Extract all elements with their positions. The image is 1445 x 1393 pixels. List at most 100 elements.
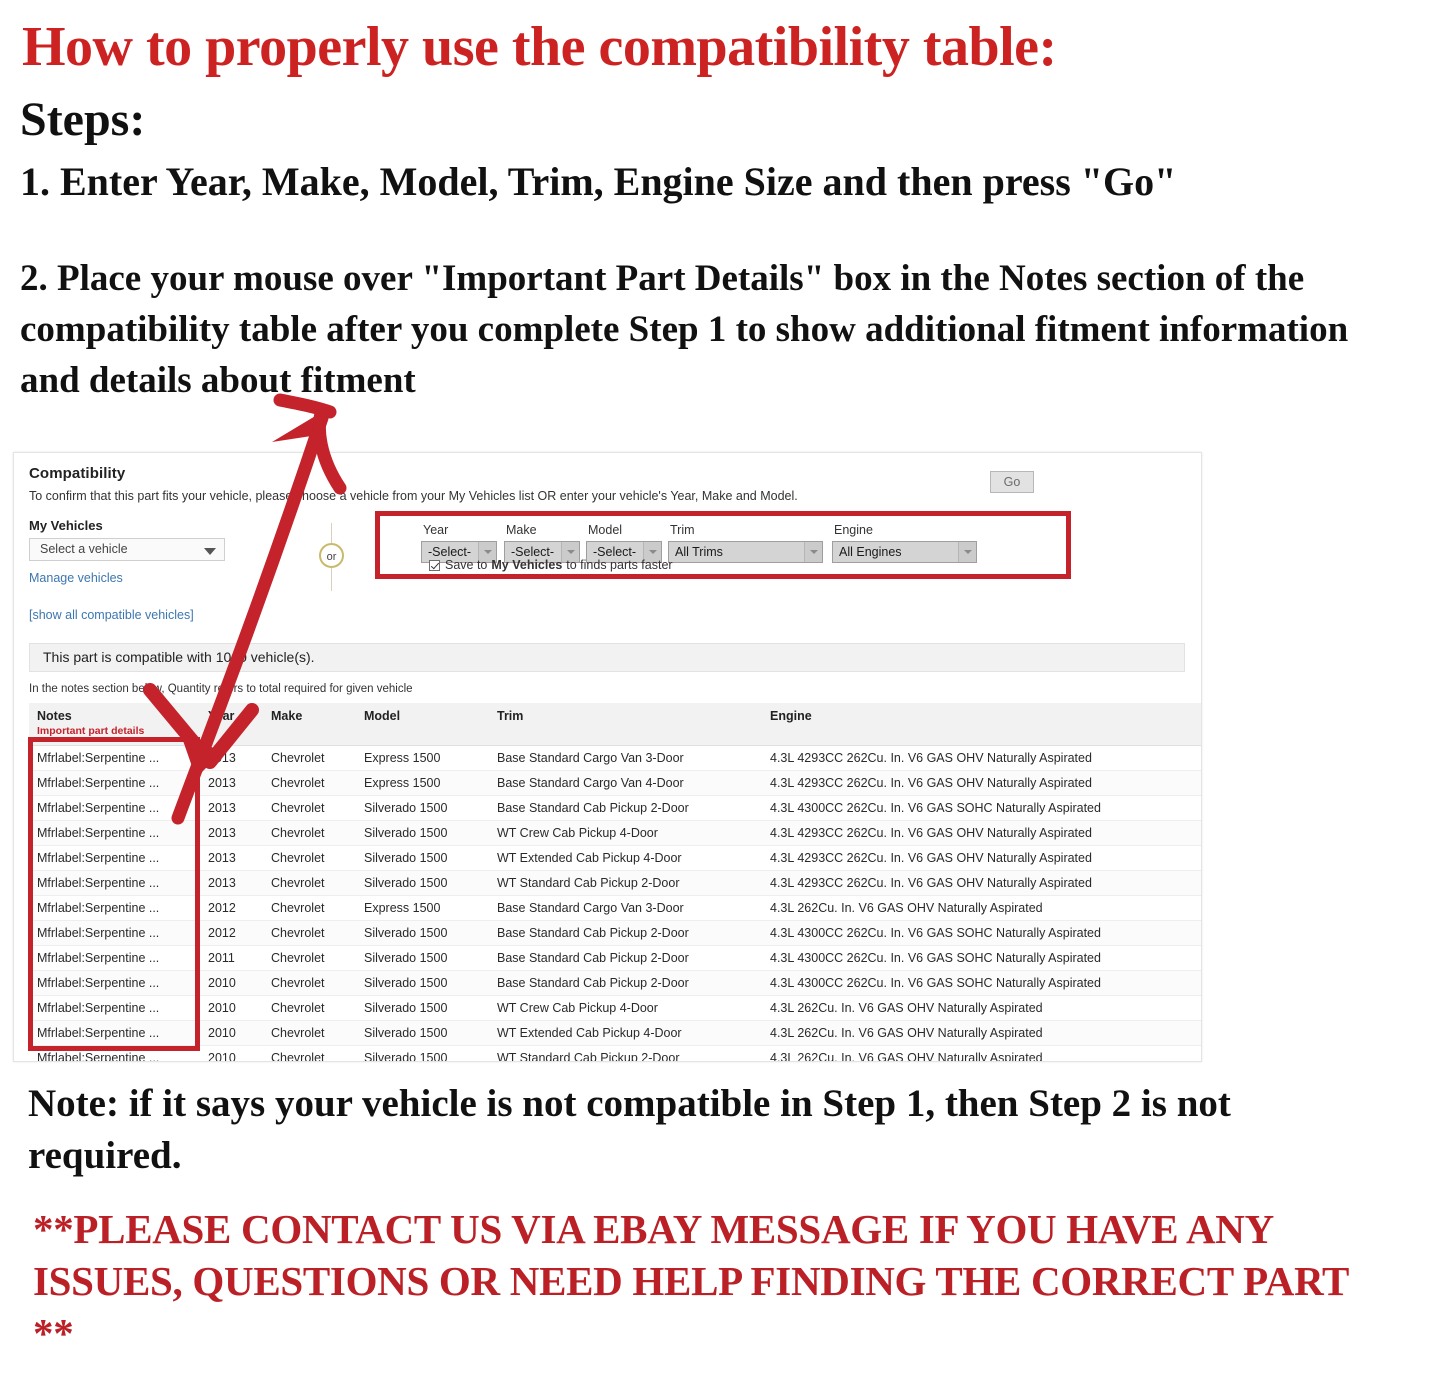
cell-engine: 4.3L 262Cu. In. V6 GAS OHV Naturally Asp… bbox=[762, 895, 1201, 921]
engine-select[interactable]: All Engines bbox=[832, 541, 977, 563]
cell-notes[interactable]: Mfrlabel:Serpentine ... bbox=[29, 845, 200, 871]
my-vehicles-select-value: Select a vehicle bbox=[40, 542, 128, 556]
cell-notes[interactable]: Mfrlabel:Serpentine ... bbox=[29, 945, 200, 971]
cell-notes[interactable]: Mfrlabel:Serpentine ... bbox=[29, 870, 200, 896]
manage-vehicles-link[interactable]: Manage vehicles bbox=[29, 571, 123, 585]
cell-notes[interactable]: Mfrlabel:Serpentine ... bbox=[29, 745, 200, 771]
header-model: Model bbox=[356, 703, 489, 746]
cell-year: 2013 bbox=[200, 870, 263, 896]
cell-year: 2010 bbox=[200, 1045, 263, 1061]
compatibility-heading: Compatibility bbox=[29, 465, 126, 482]
cell-make: Chevrolet bbox=[263, 945, 356, 971]
cell-notes[interactable]: Mfrlabel:Serpentine ... bbox=[29, 995, 200, 1021]
cell-year: 2013 bbox=[200, 820, 263, 846]
chevron-down-icon bbox=[804, 542, 822, 562]
cell-year: 2013 bbox=[200, 770, 263, 796]
cell-notes[interactable]: Mfrlabel:Serpentine ... bbox=[29, 895, 200, 921]
make-label: Make bbox=[506, 523, 537, 537]
table-row[interactable]: Mfrlabel:Serpentine ... 2013 Chevrolet Expr… bbox=[29, 745, 1201, 771]
header-trim: Trim bbox=[489, 703, 762, 746]
cell-notes[interactable]: Mfrlabel:Serpentine ... bbox=[29, 970, 200, 996]
cell-model: Silverado 1500 bbox=[356, 995, 489, 1021]
cell-notes[interactable]: Mfrlabel:Serpentine ... bbox=[29, 820, 200, 846]
table-row[interactable]: Mfrlabel:Serpentine ... 2010 Chevrolet Silv… bbox=[29, 1020, 1201, 1046]
year-label: Year bbox=[423, 523, 449, 537]
year-select-value: -Select- bbox=[428, 545, 472, 559]
cell-notes[interactable]: Mfrlabel:Serpentine ... bbox=[29, 795, 200, 821]
page-title: How to properly use the compatibility ta… bbox=[22, 16, 1057, 78]
cell-engine: 4.3L 4300CC 262Cu. In. V6 GAS SOHC Natur… bbox=[762, 920, 1201, 946]
go-button[interactable]: Go bbox=[990, 471, 1034, 493]
notes-quantity-hint: In the notes section below, Quantity ref… bbox=[29, 683, 413, 695]
cell-notes[interactable]: Mfrlabel:Serpentine ... bbox=[29, 920, 200, 946]
cell-model: Silverado 1500 bbox=[356, 970, 489, 996]
my-vehicles-select[interactable]: Select a vehicle bbox=[29, 538, 225, 561]
or-badge-label: or bbox=[319, 543, 344, 568]
table-row[interactable]: Mfrlabel:Serpentine ... 2013 Chevrolet Silv… bbox=[29, 870, 1201, 896]
cell-notes[interactable]: Mfrlabel:Serpentine ... bbox=[29, 1020, 200, 1046]
steps-label: Steps: bbox=[20, 93, 146, 146]
cell-make: Chevrolet bbox=[263, 895, 356, 921]
trim-select-value: All Trims bbox=[675, 545, 723, 559]
cell-year: 2011 bbox=[200, 945, 263, 971]
cell-year: 2010 bbox=[200, 995, 263, 1021]
cell-trim: Base Standard Cab Pickup 2-Door bbox=[489, 970, 762, 996]
header-make: Make bbox=[263, 703, 356, 746]
cell-make: Chevrolet bbox=[263, 920, 356, 946]
table-row[interactable]: Mfrlabel:Serpentine ... 2013 Chevrolet Silv… bbox=[29, 845, 1201, 871]
cell-year: 2013 bbox=[200, 845, 263, 871]
table-row[interactable]: Mfrlabel:Serpentine ... 2013 Chevrolet Silv… bbox=[29, 795, 1201, 821]
cell-model: Express 1500 bbox=[356, 770, 489, 796]
table-row[interactable]: Mfrlabel:Serpentine ... 2011 Chevrolet Silv… bbox=[29, 945, 1201, 971]
cell-engine: 4.3L 4300CC 262Cu. In. V6 GAS SOHC Natur… bbox=[762, 795, 1201, 821]
cell-trim: WT Standard Cab Pickup 2-Door bbox=[489, 1045, 762, 1061]
table-row[interactable]: Mfrlabel:Serpentine ... 2013 Chevrolet Expr… bbox=[29, 770, 1201, 796]
save-bold-text: My Vehicles bbox=[491, 558, 563, 572]
cell-make: Chevrolet bbox=[263, 1045, 356, 1061]
cell-year: 2010 bbox=[200, 1020, 263, 1046]
cell-trim: WT Crew Cab Pickup 4-Door bbox=[489, 995, 762, 1021]
trim-select[interactable]: All Trims bbox=[668, 541, 823, 563]
cell-make: Chevrolet bbox=[263, 770, 356, 796]
table-row[interactable]: Mfrlabel:Serpentine ... 2012 Chevrolet Silv… bbox=[29, 920, 1201, 946]
cell-make: Chevrolet bbox=[263, 745, 356, 771]
cell-model: Express 1500 bbox=[356, 895, 489, 921]
save-to-my-vehicles-checkbox[interactable] bbox=[429, 559, 440, 571]
or-divider: or bbox=[314, 523, 350, 591]
table-row[interactable]: Mfrlabel:Serpentine ... 2010 Chevrolet Silv… bbox=[29, 970, 1201, 996]
cell-model: Silverado 1500 bbox=[356, 820, 489, 846]
save-to-my-vehicles-row[interactable]: Save to My Vehicles to finds parts faste… bbox=[429, 558, 673, 572]
cell-notes[interactable]: Mfrlabel:Serpentine ... bbox=[29, 1045, 200, 1061]
cell-trim: WT Extended Cab Pickup 4-Door bbox=[489, 845, 762, 871]
cell-make: Chevrolet bbox=[263, 845, 356, 871]
cell-model: Silverado 1500 bbox=[356, 1020, 489, 1046]
table-body: Mfrlabel:Serpentine ... 2013 Chevrolet Expr… bbox=[29, 745, 1201, 1061]
header-engine: Engine bbox=[762, 703, 1201, 746]
model-select-value: -Select- bbox=[593, 545, 637, 559]
cell-trim: WT Crew Cab Pickup 4-Door bbox=[489, 820, 762, 846]
trim-label: Trim bbox=[670, 523, 695, 537]
table-row[interactable]: Mfrlabel:Serpentine ... 2010 Chevrolet Silv… bbox=[29, 1045, 1201, 1061]
header-notes-sublabel: Important part details bbox=[37, 725, 145, 737]
footer-contact-message: **PLEASE CONTACT US VIA EBAY MESSAGE IF … bbox=[33, 1206, 1349, 1356]
header-notes-label: Notes bbox=[37, 709, 72, 723]
cell-year: 2013 bbox=[200, 745, 263, 771]
table-row[interactable]: Mfrlabel:Serpentine ... 2013 Chevrolet Silv… bbox=[29, 820, 1201, 846]
show-all-compatible-vehicles-link[interactable]: [show all compatible vehicles] bbox=[29, 608, 194, 622]
save-suffix-text: to finds parts faster bbox=[566, 558, 673, 572]
compatibility-table: Notes Important part details Year Make M… bbox=[29, 703, 1201, 1061]
cell-engine: 4.3L 4293CC 262Cu. In. V6 GAS OHV Natura… bbox=[762, 870, 1201, 896]
my-vehicles-label: My Vehicles bbox=[29, 518, 103, 533]
cell-model: Express 1500 bbox=[356, 745, 489, 771]
cell-engine: 4.3L 4293CC 262Cu. In. V6 GAS OHV Natura… bbox=[762, 770, 1201, 796]
table-header-row: Notes Important part details Year Make M… bbox=[29, 703, 1201, 746]
cell-notes[interactable]: Mfrlabel:Serpentine ... bbox=[29, 770, 200, 796]
table-row[interactable]: Mfrlabel:Serpentine ... 2012 Chevrolet Expr… bbox=[29, 895, 1201, 921]
cell-model: Silverado 1500 bbox=[356, 945, 489, 971]
table-row[interactable]: Mfrlabel:Serpentine ... 2010 Chevrolet Silv… bbox=[29, 995, 1201, 1021]
compatibility-subtitle: To confirm that this part fits your vehi… bbox=[29, 489, 798, 503]
cell-model: Silverado 1500 bbox=[356, 795, 489, 821]
cell-year: 2012 bbox=[200, 895, 263, 921]
cell-trim: WT Standard Cab Pickup 2-Door bbox=[489, 870, 762, 896]
cell-trim: Base Standard Cargo Van 3-Door bbox=[489, 745, 762, 771]
